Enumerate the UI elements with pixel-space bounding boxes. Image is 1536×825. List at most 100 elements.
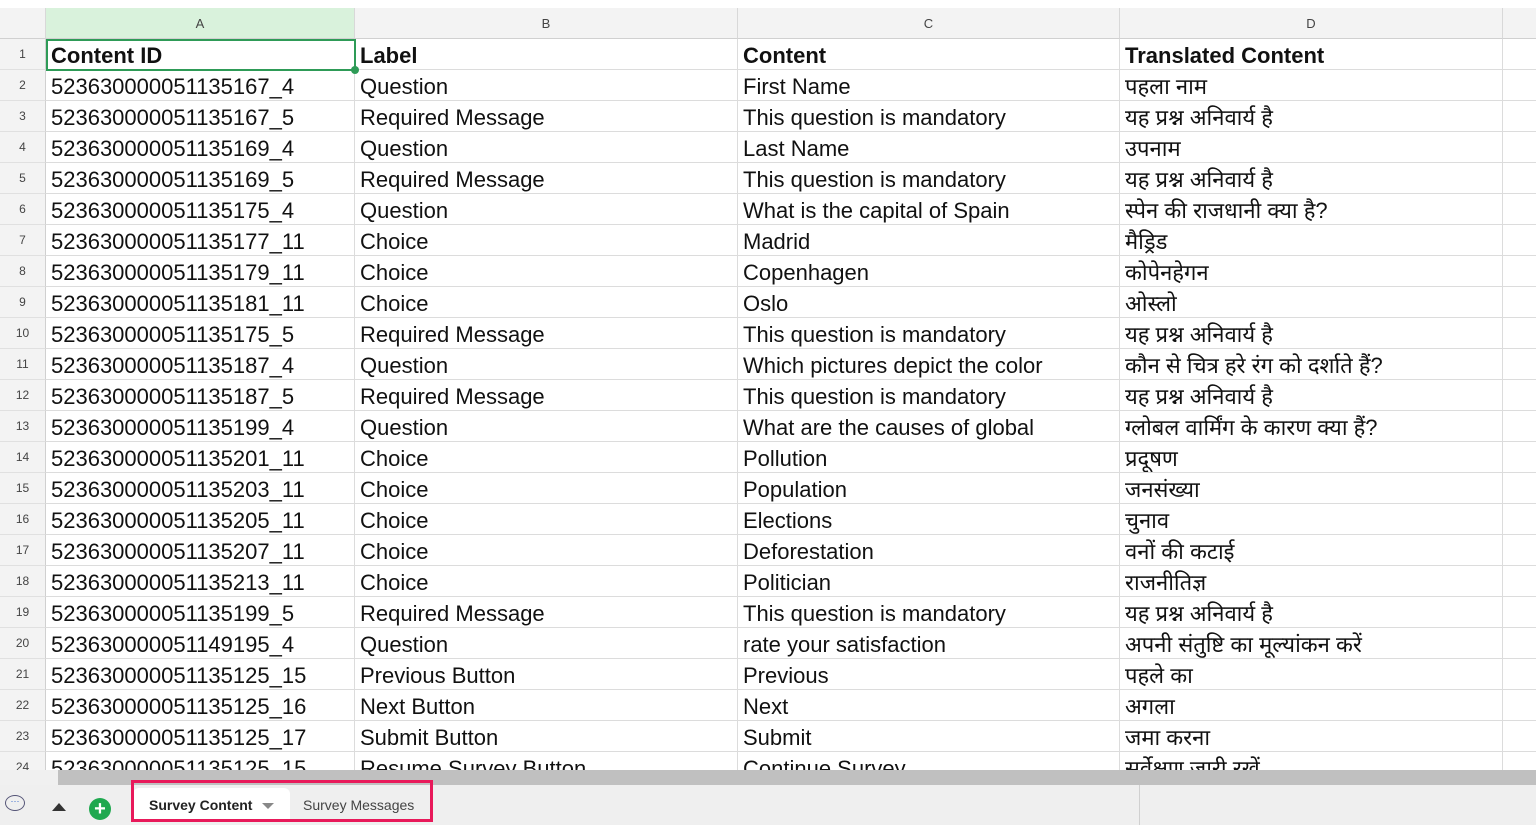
row-header[interactable]: 5 <box>0 163 46 194</box>
cell[interactable] <box>1503 349 1536 380</box>
row-header[interactable]: 13 <box>0 411 46 442</box>
row-header[interactable]: 6 <box>0 194 46 225</box>
row-header[interactable]: 21 <box>0 659 46 690</box>
cell[interactable]: Population <box>738 473 1120 504</box>
cell[interactable]: Choice <box>355 535 738 566</box>
cell[interactable]: Next Button <box>355 690 738 721</box>
cell[interactable] <box>1503 101 1536 132</box>
cell[interactable]: कोपेनहेगन <box>1120 256 1503 287</box>
column-header[interactable]: B <box>355 8 738 39</box>
cell[interactable]: Next <box>738 690 1120 721</box>
cell[interactable]: 523630000051135179_11 <box>46 256 355 287</box>
cell[interactable] <box>1503 287 1536 318</box>
cell[interactable]: Content ID <box>46 39 355 70</box>
cell[interactable]: 523630000051135175_5 <box>46 318 355 349</box>
cell[interactable]: Deforestation <box>738 535 1120 566</box>
cell[interactable]: Last Name <box>738 132 1120 163</box>
cell[interactable] <box>1503 163 1536 194</box>
row-header[interactable]: 17 <box>0 535 46 566</box>
cell[interactable]: राजनीतिज्ञ <box>1120 566 1503 597</box>
cell[interactable]: Pollution <box>738 442 1120 473</box>
cell[interactable] <box>1503 535 1536 566</box>
cell[interactable]: 523630000051135125_16 <box>46 690 355 721</box>
cell[interactable]: What is the capital of Spain <box>738 194 1120 225</box>
cell[interactable]: ग्लोबल वार्मिंग के कारण क्या हैं? <box>1120 411 1503 442</box>
cell[interactable]: यह प्रश्न अनिवार्य है <box>1120 163 1503 194</box>
cell[interactable]: चुनाव <box>1120 504 1503 535</box>
cell[interactable]: 523630000051135167_4 <box>46 70 355 101</box>
cell[interactable]: This question is mandatory <box>738 597 1120 628</box>
cell[interactable]: rate your satisfaction <box>738 628 1120 659</box>
cell[interactable]: Choice <box>355 473 738 504</box>
cell[interactable]: 523630000051135169_5 <box>46 163 355 194</box>
cell[interactable]: Submit Button <box>355 721 738 752</box>
comment-icon[interactable]: ··· <box>5 795 25 811</box>
cell[interactable]: Resume Survey Button <box>355 752 738 770</box>
cell[interactable]: Question <box>355 194 738 225</box>
cell[interactable]: Continue Survey <box>738 752 1120 770</box>
cell[interactable]: Choice <box>355 442 738 473</box>
cell[interactable]: Choice <box>355 225 738 256</box>
cell[interactable]: 523630000051135169_4 <box>46 132 355 163</box>
cell[interactable]: Politician <box>738 566 1120 597</box>
cell[interactable]: This question is mandatory <box>738 318 1120 349</box>
column-header[interactable]: C <box>738 8 1120 39</box>
cell[interactable]: Previous Button <box>355 659 738 690</box>
cell[interactable]: Question <box>355 70 738 101</box>
cell[interactable]: स्पेन की राजधानी क्या है? <box>1120 194 1503 225</box>
row-header[interactable]: 3 <box>0 101 46 132</box>
cell[interactable]: Choice <box>355 287 738 318</box>
cell[interactable]: ओस्लो <box>1120 287 1503 318</box>
cell[interactable] <box>1503 225 1536 256</box>
cell[interactable]: 523630000051135167_5 <box>46 101 355 132</box>
cell[interactable]: अगला <box>1120 690 1503 721</box>
cell[interactable]: 523630000051135201_11 <box>46 442 355 473</box>
cell[interactable]: Required Message <box>355 101 738 132</box>
cell[interactable] <box>1503 628 1536 659</box>
row-header[interactable]: 22 <box>0 690 46 721</box>
add-sheet-icon[interactable]: + <box>89 798 111 820</box>
row-header[interactable]: 9 <box>0 287 46 318</box>
row-header[interactable]: 8 <box>0 256 46 287</box>
cell[interactable]: 523630000051149195_4 <box>46 628 355 659</box>
cell[interactable] <box>1503 659 1536 690</box>
cell[interactable]: Elections <box>738 504 1120 535</box>
cell[interactable]: Translated Content <box>1120 39 1503 70</box>
column-header[interactable] <box>1503 8 1536 39</box>
cell[interactable]: Copenhagen <box>738 256 1120 287</box>
cell[interactable] <box>1503 256 1536 287</box>
cell[interactable] <box>1503 597 1536 628</box>
cell[interactable]: यह प्रश्न अनिवार्य है <box>1120 318 1503 349</box>
cell[interactable]: प्रदूषण <box>1120 442 1503 473</box>
cell[interactable]: Required Message <box>355 318 738 349</box>
cell[interactable]: यह प्रश्न अनिवार्य है <box>1120 380 1503 411</box>
cell[interactable]: 523630000051135199_5 <box>46 597 355 628</box>
cell[interactable]: मैड्रिड <box>1120 225 1503 256</box>
cell[interactable] <box>1503 70 1536 101</box>
cell[interactable]: पहले का <box>1120 659 1503 690</box>
cell[interactable]: Required Message <box>355 163 738 194</box>
cell[interactable]: Required Message <box>355 597 738 628</box>
row-header[interactable]: 2 <box>0 70 46 101</box>
cell[interactable]: 523630000051135125_15 <box>46 659 355 690</box>
row-header[interactable]: 20 <box>0 628 46 659</box>
cell[interactable] <box>1503 380 1536 411</box>
cell[interactable]: Label <box>355 39 738 70</box>
cell[interactable] <box>1503 690 1536 721</box>
cell[interactable]: पहला नाम <box>1120 70 1503 101</box>
cell[interactable]: Question <box>355 132 738 163</box>
cell[interactable]: Question <box>355 349 738 380</box>
cell[interactable]: कौन से चित्र हरे रंग को दर्शाते हैं? <box>1120 349 1503 380</box>
fill-handle[interactable] <box>351 66 359 74</box>
cell[interactable]: Content <box>738 39 1120 70</box>
cell[interactable]: Required Message <box>355 380 738 411</box>
row-header[interactable]: 15 <box>0 473 46 504</box>
cell[interactable]: Question <box>355 628 738 659</box>
cell[interactable]: 523630000051135125_17 <box>46 721 355 752</box>
cell[interactable] <box>1503 504 1536 535</box>
cell[interactable]: जनसंख्या <box>1120 473 1503 504</box>
cell[interactable]: 523630000051135175_4 <box>46 194 355 225</box>
cell[interactable]: उपनाम <box>1120 132 1503 163</box>
cell[interactable]: 523630000051135213_11 <box>46 566 355 597</box>
cell[interactable]: Question <box>355 411 738 442</box>
